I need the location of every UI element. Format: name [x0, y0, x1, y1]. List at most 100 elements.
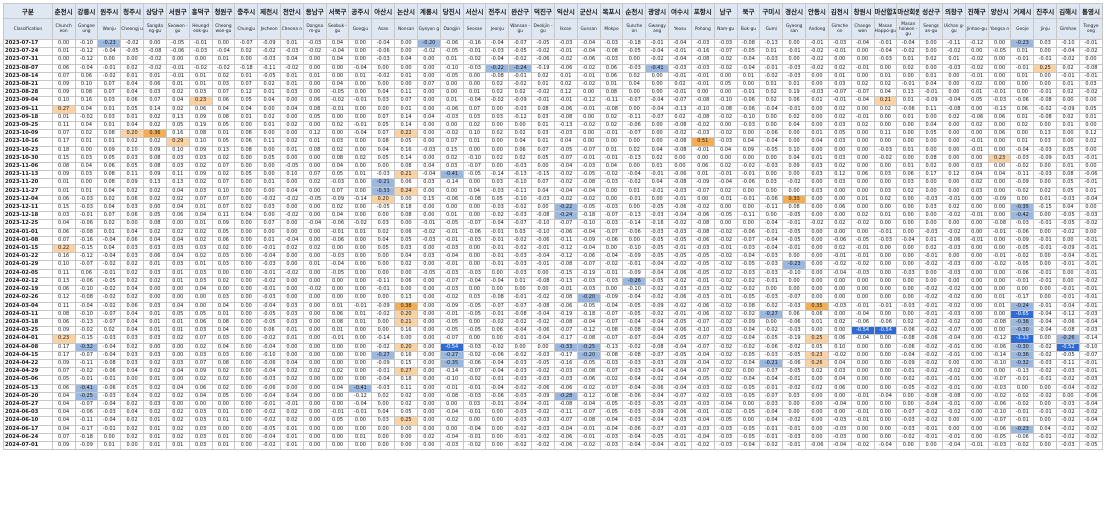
table-cell: 0.04: [120, 80, 145, 90]
table-cell: -0.05: [690, 252, 715, 262]
table-cell: 0.00: [805, 112, 829, 123]
table-cell: -0.01: [668, 47, 692, 57]
table-cell: 0.01: [211, 440, 236, 451]
table-cell: 0.04: [325, 162, 350, 172]
column-header-korean: 천안시: [279, 3, 304, 19]
table-cell: 0.04: [394, 55, 418, 65]
table-cell: -0.09: [439, 301, 464, 311]
table-cell: 0.00: [896, 129, 921, 139]
row-date-label: 2023-09-04: [3, 96, 53, 106]
table-cell: -0.03: [485, 203, 510, 213]
table-cell: -0.03: [622, 416, 647, 426]
column-header-english: Jinhae-gu: [964, 18, 989, 40]
table-cell: -0.08: [622, 350, 647, 360]
table-cell: 0.04: [188, 285, 213, 295]
table-cell: -0.04: [622, 293, 647, 303]
table-cell: 0.00: [759, 211, 784, 221]
table-cell: -0.04: [211, 47, 236, 57]
table-cell: 0.00: [942, 219, 966, 229]
table-cell: 0.02: [74, 129, 99, 139]
table-cell: 0.00: [919, 276, 943, 287]
table-cell: -0.01: [325, 227, 350, 237]
table-cell: -0.24: [1010, 301, 1035, 311]
table-cell: -0.02: [531, 367, 555, 377]
table-cell: -0.05: [439, 326, 464, 336]
table-cell: -0.14: [348, 194, 373, 205]
table-cell: -0.03: [873, 235, 898, 246]
table-cell: 0.00: [234, 219, 259, 229]
table-cell: -0.01: [279, 399, 304, 410]
table-cell: 0.00: [325, 358, 350, 369]
table-cell: 0.22: [394, 129, 418, 139]
table-cell: -0.02: [97, 260, 122, 270]
table-cell: -0.01: [1056, 293, 1080, 303]
table-cell: 0.17: [919, 170, 943, 180]
table-cell: 0.00: [827, 293, 852, 303]
table-cell: -0.24: [508, 63, 533, 73]
table-cell: -0.03: [782, 432, 807, 442]
table-cell: 0.02: [325, 145, 350, 155]
table-cell: 0.00: [394, 268, 418, 278]
table-cell: -0.04: [645, 260, 670, 270]
table-cell: 0.00: [1078, 55, 1103, 65]
table-cell: 0.06: [896, 170, 921, 180]
table-cell: -0.02: [919, 342, 943, 352]
table-cell: 0.00: [257, 211, 281, 221]
table-cell: 0.23: [805, 350, 829, 360]
table-cell: 0.00: [850, 55, 875, 65]
table-cell: 0.00: [964, 391, 989, 401]
table-cell: 0.01: [1010, 47, 1035, 57]
table-cell: -0.02: [805, 55, 829, 65]
table-cell: -0.09: [74, 440, 99, 451]
table-cell: -0.03: [622, 358, 647, 369]
table-cell: -0.03: [576, 276, 601, 287]
table-cell: 0.08: [531, 104, 555, 114]
table-cell: 0.04: [120, 309, 145, 319]
table-cell: -0.04: [759, 416, 784, 426]
table-cell: -0.03: [942, 268, 966, 278]
table-cell: 0.00: [348, 178, 373, 188]
table-cell: -0.03: [553, 129, 578, 139]
table-cell: 0.24: [394, 186, 418, 196]
table-cell: -0.03: [759, 268, 784, 278]
table-cell: -0.02: [416, 227, 441, 237]
table-cell: -0.05: [668, 334, 692, 344]
table-cell: 0.00: [462, 317, 487, 328]
table-cell: -0.08: [439, 391, 464, 401]
table-cell: -0.08: [74, 293, 99, 303]
table-cell: 0.07: [394, 96, 418, 106]
table-cell: 0.00: [302, 416, 327, 426]
table-cell: 0.00: [1033, 383, 1058, 393]
table-cell: -0.10: [74, 285, 99, 295]
table-cell: 0.13: [394, 293, 418, 303]
table-cell: -0.01: [531, 399, 555, 410]
column-header-korean: 서산시: [462, 3, 487, 19]
table-cell: -0.03: [439, 268, 464, 278]
table-cell: -0.01: [668, 440, 692, 451]
table-cell: 0.00: [1033, 121, 1058, 131]
table-cell: 0.15: [394, 358, 418, 369]
table-cell: -0.01: [462, 47, 487, 57]
table-cell: -0.06: [1010, 227, 1035, 237]
table-cell: 0.04: [827, 375, 852, 385]
table-cell: 0.06: [805, 309, 829, 319]
table-cell: -0.01: [759, 432, 784, 442]
table-cell: -0.03: [508, 104, 533, 114]
table-cell: -0.01: [1078, 358, 1103, 369]
table-cell: 0.20: [394, 309, 418, 319]
table-cell: -0.02: [668, 219, 692, 229]
table-cell: -0.03: [759, 350, 784, 360]
table-cell: -0.07: [508, 301, 533, 311]
table-cell: 0.00: [416, 309, 441, 319]
table-cell: -0.02: [645, 309, 670, 319]
table-cell: -0.01: [1033, 301, 1058, 311]
table-cell: 0.02: [668, 80, 692, 90]
table-cell: 0.00: [1033, 47, 1058, 57]
table-cell: 0.00: [51, 55, 76, 65]
table-cell: -0.02: [531, 293, 555, 303]
table-cell: -0.04: [1010, 145, 1035, 155]
table-cell: 0.00: [873, 252, 898, 262]
table-cell: -0.07: [576, 145, 601, 155]
table-cell: 0.00: [325, 424, 350, 434]
table-cell: 0.00: [1010, 80, 1035, 90]
